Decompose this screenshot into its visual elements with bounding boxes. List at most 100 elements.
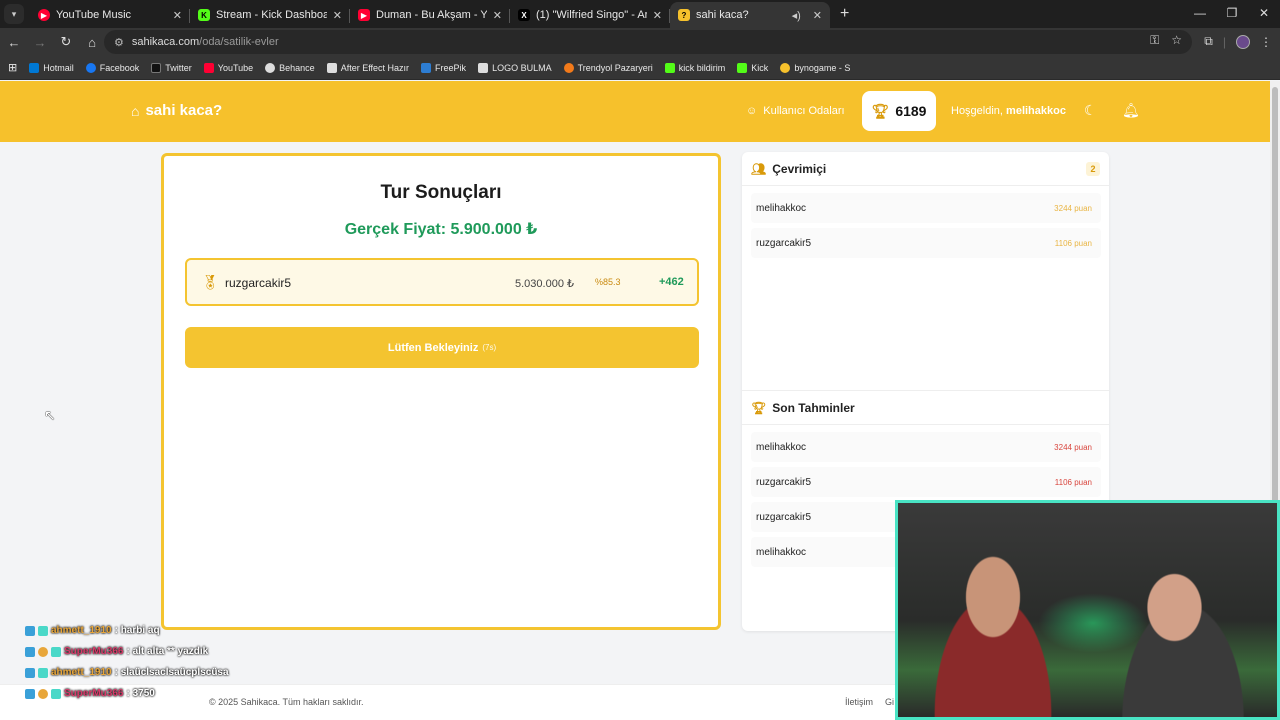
site-info-icon[interactable]: ⚙: [114, 36, 124, 49]
users-icon: 👥︎: [751, 162, 767, 176]
user-rooms-link[interactable]: ☺ Kullanıcı Odaları: [746, 105, 845, 117]
bookmark-item[interactable]: Kick: [737, 62, 769, 73]
bookmark-item[interactable]: After Effect Hazır: [326, 62, 409, 73]
section-divider: [742, 390, 1109, 391]
recent-guess-points: 3244 puan: [1054, 442, 1092, 452]
browser-tab[interactable]: ▶ YouTube Music ✕: [30, 2, 190, 28]
user-icon: ☺: [746, 105, 758, 117]
close-tab-icon[interactable]: ✕: [333, 9, 342, 22]
bookmark-item[interactable]: FreePik: [421, 62, 466, 73]
notification-bell-icon[interactable]: 🔔︎: [1122, 102, 1140, 119]
bookmark-item[interactable]: YouTube: [203, 62, 253, 73]
bookmark-item[interactable]: Facebook: [85, 62, 139, 73]
apps-grid-icon[interactable]: ⊞: [8, 61, 17, 74]
url-input[interactable]: ⚙ sahikaca.com/oda/satilik-evler ⚿ ☆: [104, 30, 1192, 54]
recent-guess-name: melihakkoc: [756, 546, 807, 558]
tab-search-button[interactable]: ▾: [4, 4, 24, 24]
browser-tab[interactable]: K Stream - Kick Dashboard ✕: [190, 2, 350, 28]
online-user-points: 1106 puan: [1054, 238, 1092, 248]
chat-message: ahmett_1910 : slaüclsaclsaücplscüsa: [25, 662, 229, 683]
recent-guesses-header: 🏆︎ Son Tahminler: [742, 392, 1109, 425]
new-tab-button[interactable]: +: [840, 5, 849, 23]
bookmark-label: kick bildirim: [678, 62, 726, 73]
bookmark-item[interactable]: Behance: [265, 62, 315, 73]
bookmark-star-icon[interactable]: ☆: [1171, 33, 1182, 48]
recent-guesses-title: Son Tahminler: [772, 401, 855, 415]
wait-label: Lütfen Bekleyiniz: [387, 341, 479, 354]
extensions-icon[interactable]: ⧉: [1204, 34, 1213, 49]
after-effect-icon: [326, 62, 337, 73]
kick-bildirim-icon: [664, 62, 675, 73]
facebook-icon: [85, 62, 96, 73]
bookmark-item[interactable]: LOGO BULMA: [478, 62, 552, 73]
recent-guess-points: 1106 puan: [1054, 477, 1092, 487]
toolbar-extensions: ⧉ | ⋮: [1204, 34, 1272, 49]
please-wait-button[interactable]: Lütfen Bekleyiniz (7s): [185, 327, 699, 368]
back-icon[interactable]: ←: [2, 35, 26, 50]
online-user-name: ruzgarcakir5: [756, 237, 812, 249]
bynogame-icon: [780, 62, 791, 73]
bookmark-label: bynogame - S: [794, 62, 851, 73]
subscriber-badge-icon: [25, 688, 35, 699]
bookmark-item[interactable]: Trendyol Pazaryeri: [563, 62, 653, 73]
guess-result-row: 🏅︎ ruzgarcakir5 5.030.000 ₺ %85.3 +462: [185, 258, 699, 306]
close-tab-icon[interactable]: ✕: [493, 9, 502, 22]
forward-icon[interactable]: →: [28, 35, 52, 50]
close-window-icon[interactable]: ✕: [1248, 0, 1280, 26]
youtube-music-icon: ▶: [38, 9, 50, 21]
trophy-icon: 🏆︎: [871, 102, 890, 119]
bookmark-label: Kick: [751, 62, 769, 73]
close-tab-icon[interactable]: ✕: [173, 9, 182, 22]
kick-icon: [737, 62, 748, 73]
reload-icon[interactable]: ↻: [54, 34, 78, 50]
password-key-icon[interactable]: ⚿: [1150, 33, 1159, 48]
bookmark-item[interactable]: bynogame - S: [780, 62, 851, 73]
url-host: sahikaca.com: [131, 36, 200, 48]
online-user-row: melihakkoc 3244 puan: [751, 193, 1101, 223]
browser-tab[interactable]: ▶ Duman - Bu Akşam - YouTube ✕: [350, 2, 510, 28]
verified-badge-icon: [51, 688, 61, 699]
bookmark-label: Hotmail: [43, 62, 74, 73]
bookmark-item[interactable]: Twitter: [151, 62, 192, 73]
guess-points: +462: [659, 276, 684, 288]
verified-badge-icon: [38, 625, 48, 636]
subscriber-badge-icon: [25, 667, 35, 678]
chat-username: ahmett_1910: [51, 667, 112, 678]
footer-link[interactable]: Gi: [885, 697, 894, 707]
close-tab-icon[interactable]: ✕: [653, 9, 662, 22]
round-results-card: Tur Sonuçları Gerçek Fiyat: 5.900.000 ₺ …: [161, 153, 721, 630]
bookmark-label: Behance: [279, 62, 315, 73]
recent-guess-row: ruzgarcakir5 1106 puan: [751, 467, 1101, 497]
home-icon[interactable]: ⌂: [80, 35, 104, 50]
dark-mode-moon-icon[interactable]: ☾: [1084, 102, 1097, 119]
close-tab-icon[interactable]: ✕: [813, 9, 822, 22]
chat-username: SuperMu366: [64, 688, 124, 699]
chat-message: SuperMu366 : alt alta ** yazdık: [25, 641, 229, 662]
restore-icon[interactable]: ❐: [1216, 0, 1248, 26]
footer-links: İletişim Gi: [845, 697, 894, 707]
browser-tab-active[interactable]: ? sahi kaca? ◂) ✕: [670, 2, 830, 28]
profile-avatar[interactable]: [1236, 34, 1250, 49]
mouse-cursor-icon: ↖: [44, 407, 56, 423]
chat-message: SuperMu366 : 3750: [25, 683, 229, 704]
browser-menu-icon[interactable]: ⋮: [1260, 35, 1272, 49]
browser-tab[interactable]: X (1) "Wilfried Singo" - Arama / X ✕: [510, 2, 670, 28]
minimize-icon[interactable]: —: [1184, 0, 1216, 26]
webcam-person: [908, 543, 1078, 717]
guess-player-name: ruzgarcakir5: [225, 276, 292, 290]
wait-countdown: (7s): [482, 343, 497, 352]
recent-guess-name: ruzgarcakir5: [756, 511, 812, 523]
youtube-icon: [203, 62, 214, 73]
address-bar-row: ← → ↻ ⌂ ⚙ sahikaca.com/oda/satilik-evler…: [0, 28, 1280, 56]
footer-link-contact[interactable]: İletişim: [845, 697, 873, 707]
verified-badge-icon: [51, 646, 61, 657]
speaker-icon[interactable]: ◂): [792, 9, 801, 22]
bookmark-item[interactable]: kick bildirim: [664, 62, 726, 73]
bookmark-item[interactable]: Hotmail: [29, 62, 74, 73]
brand-logo[interactable]: ⌂ sahi kaca?: [131, 102, 222, 119]
hotmail-icon: [29, 62, 40, 73]
site-header: ⌂ sahi kaca? ☺ Kullanıcı Odaları 🏆︎ 6189…: [0, 81, 1270, 142]
chat-username: ahmett_1910: [51, 625, 112, 636]
subscriber-badge-icon: [25, 646, 35, 657]
freepik-icon: [421, 62, 432, 73]
